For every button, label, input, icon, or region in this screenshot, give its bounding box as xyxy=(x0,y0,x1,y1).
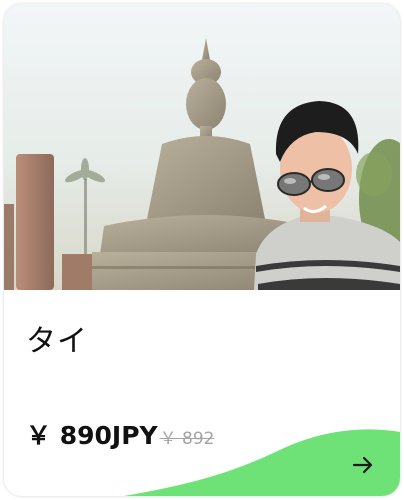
accent-wave xyxy=(124,429,400,496)
destination-card[interactable]: タイ ￥ 890JPY ￥ 892 xyxy=(4,4,400,496)
destination-photo xyxy=(4,4,400,290)
open-destination-button[interactable] xyxy=(348,450,378,480)
arrow-right-icon xyxy=(352,456,373,474)
destination-name: タイ xyxy=(26,324,88,359)
